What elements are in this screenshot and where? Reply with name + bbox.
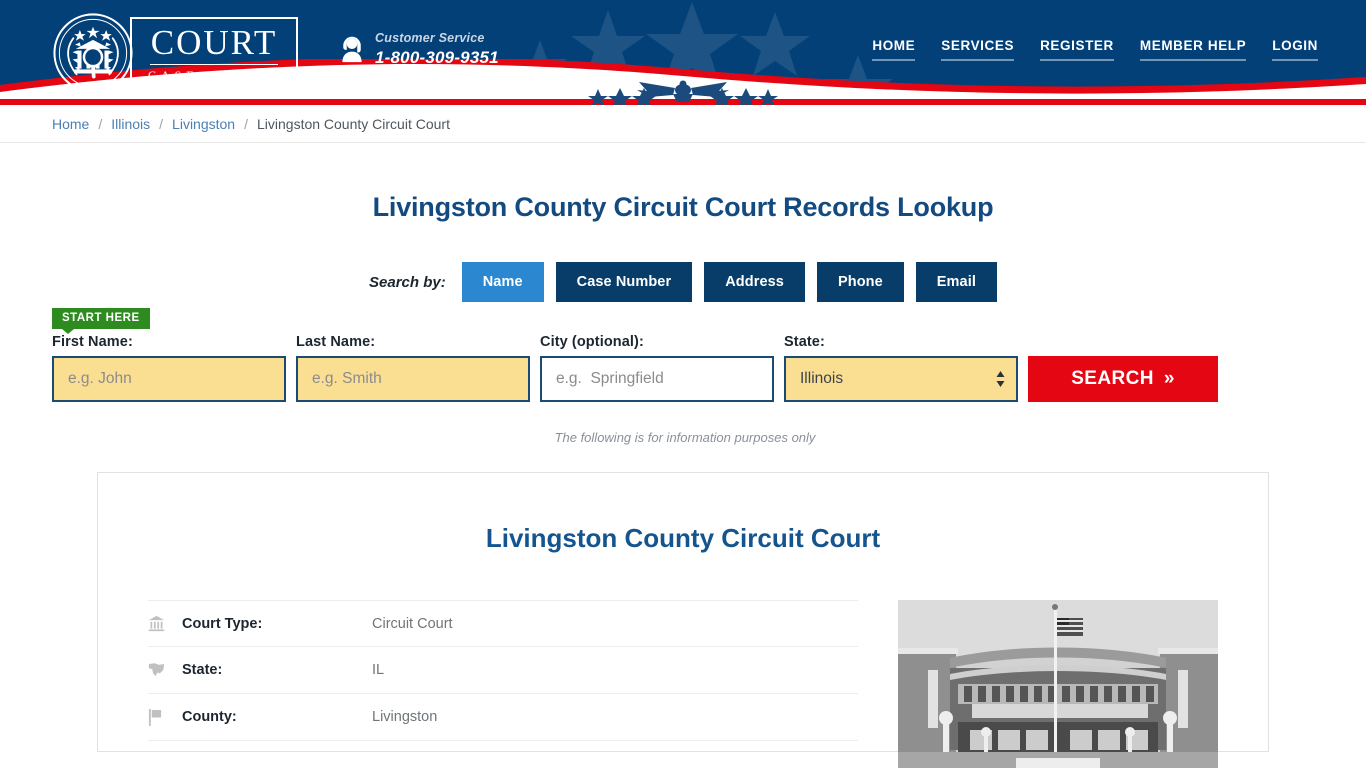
city-field-group: City (optional): bbox=[540, 334, 774, 402]
flag-icon bbox=[148, 708, 182, 726]
search-button-label: SEARCH bbox=[1071, 368, 1154, 389]
first-name-input[interactable] bbox=[52, 356, 286, 402]
row-label: Court Type: bbox=[182, 615, 263, 632]
breadcrumb-separator: / bbox=[98, 115, 103, 132]
city-label: City (optional): bbox=[540, 334, 644, 350]
disclaimer-text: The following is for information purpose… bbox=[554, 430, 816, 445]
last-name-input[interactable] bbox=[296, 356, 530, 402]
main-navigation: HOME SERVICES REGISTER MEMBER HELP LOGIN bbox=[872, 38, 1318, 61]
breadcrumb-separator: / bbox=[159, 115, 164, 132]
nav-login[interactable]: LOGIN bbox=[1272, 38, 1318, 61]
row-value: Livingston bbox=[372, 709, 438, 725]
state-label: State: bbox=[784, 334, 825, 350]
logo-word-bottom: CASE FINDER bbox=[148, 67, 281, 82]
last-name-field-group: Last Name: bbox=[296, 334, 530, 402]
page-title: Livingston County Circuit Court Records … bbox=[372, 192, 994, 222]
customer-service-phone[interactable]: 1-800-309-9351 bbox=[375, 47, 499, 68]
breadcrumb: Home / Illinois / Livingston / Livingsto… bbox=[0, 105, 1366, 143]
breadcrumb-item-home[interactable]: Home bbox=[52, 116, 89, 132]
first-name-label: First Name: bbox=[52, 334, 133, 350]
double-chevron-right-icon: » bbox=[1163, 368, 1175, 389]
search-by-label: Search by: bbox=[369, 273, 446, 291]
breadcrumb-item-current: Livingston County Circuit Court bbox=[256, 115, 450, 132]
state-field-group: State: bbox=[784, 334, 1018, 402]
courthouse-photo bbox=[898, 600, 1218, 768]
tab-name[interactable]: Name bbox=[461, 262, 544, 302]
first-name-field-group: First Name: bbox=[52, 334, 286, 402]
nav-services[interactable]: SERVICES bbox=[941, 38, 1015, 61]
row-value: Circuit Court bbox=[372, 615, 453, 632]
tab-email[interactable]: Email bbox=[915, 262, 997, 302]
site-logo[interactable]: COURT CASE FINDER bbox=[52, 12, 299, 94]
tab-address[interactable]: Address bbox=[704, 262, 805, 302]
court-detail-table: Court Type: Circuit Court State: IL Coun… bbox=[148, 600, 858, 768]
row-label: County: bbox=[182, 709, 237, 725]
search-button[interactable]: SEARCH » bbox=[1028, 356, 1218, 402]
last-name-label: Last Name: bbox=[296, 334, 376, 350]
row-label: State: bbox=[182, 662, 223, 678]
row-value: IL bbox=[372, 662, 385, 678]
state-select[interactable] bbox=[784, 356, 1018, 402]
logo-word-top: COURT bbox=[150, 22, 278, 62]
court-detail-card: Livingston County Circuit Court Court Ty… bbox=[97, 472, 1269, 768]
breadcrumb-separator: / bbox=[244, 115, 248, 132]
logo-divider bbox=[150, 63, 279, 65]
bank-building-icon bbox=[148, 615, 182, 632]
table-row: County: Livingston bbox=[148, 694, 858, 741]
table-row: State: IL bbox=[148, 647, 858, 694]
headset-support-icon bbox=[342, 37, 362, 63]
table-row: Court Type: Circuit Court bbox=[148, 600, 858, 647]
nav-home[interactable]: HOME bbox=[872, 38, 916, 61]
customer-service-label: Customer Service bbox=[375, 31, 485, 45]
map-state-icon bbox=[148, 662, 182, 678]
customer-service-block[interactable]: Customer Service 1-800-309-9351 bbox=[338, 31, 499, 68]
start-here-badge: START HERE bbox=[52, 308, 150, 334]
court-seal-icon bbox=[53, 13, 133, 93]
nav-register[interactable]: REGISTER bbox=[1040, 38, 1114, 61]
city-input[interactable] bbox=[540, 356, 774, 402]
logo-wordmark: COURT CASE FINDER bbox=[130, 16, 299, 90]
court-detail-title: Livingston County Circuit Court bbox=[485, 523, 881, 553]
nav-member-help[interactable]: MEMBER HELP bbox=[1139, 38, 1247, 61]
site-header: COURT CASE FINDER Customer Service 1-800… bbox=[0, 0, 1366, 105]
search-form: START HERE First Name: Last Name: City (… bbox=[48, 302, 1318, 445]
breadcrumb-item-illinois[interactable]: Illinois bbox=[111, 116, 150, 132]
breadcrumb-item-livingston[interactable]: Livingston bbox=[172, 116, 235, 132]
search-by-tabs: Search by: Name Case Number Address Phon… bbox=[0, 262, 1366, 302]
tab-phone[interactable]: Phone bbox=[816, 262, 904, 302]
tab-case-number[interactable]: Case Number bbox=[555, 262, 693, 302]
